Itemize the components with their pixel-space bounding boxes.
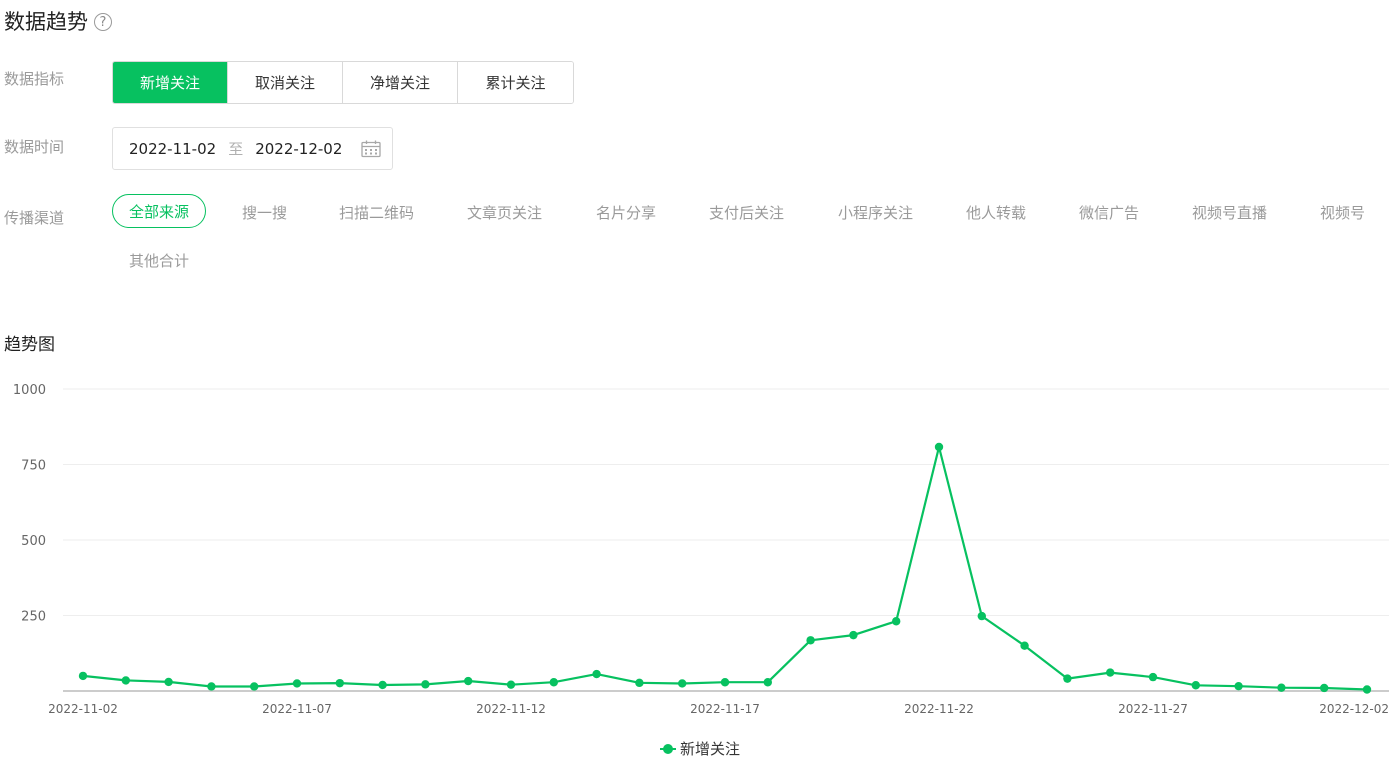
data-point[interactable] [549,678,558,687]
x-tick-label: 2022-11-02 [48,702,118,716]
x-tick-label: 2022-11-27 [1118,702,1188,716]
data-point[interactable] [1234,681,1243,691]
y-tick-label: 500 [21,534,46,549]
y-tick-label: 1000 [13,383,46,398]
data-point[interactable] [378,680,387,690]
chart-legend[interactable]: 新增关注 [660,738,740,759]
x-tick-label: 2022-11-07 [262,702,332,716]
x-tick-label: 2022-11-17 [690,702,760,716]
y-tick-label: 250 [21,610,46,625]
data-point[interactable] [892,617,901,626]
series-line [82,445,1368,691]
data-point[interactable] [977,611,986,621]
x-tick-label: 2022-11-12 [476,702,546,716]
data-point[interactable] [592,669,601,679]
data-point[interactable] [806,636,815,645]
data-point[interactable] [1191,681,1201,690]
data-point[interactable] [1063,674,1072,683]
data-point[interactable] [678,679,687,688]
trend-chart: 250 500 750 1000 2022-11-02 2022-11-07 2022-11… [13,383,1389,716]
data-point[interactable] [1362,685,1372,694]
data-point[interactable] [292,679,302,688]
data-point[interactable] [934,442,944,452]
data-point[interactable] [720,678,730,687]
data-point[interactable] [464,676,473,686]
data-point[interactable] [506,680,516,689]
data-point[interactable] [421,680,430,689]
data-point[interactable] [763,678,772,687]
data-point[interactable] [250,682,259,691]
data-point[interactable] [849,630,858,640]
data-point[interactable] [1320,683,1329,693]
data-point[interactable] [1106,668,1115,677]
data-point[interactable] [335,678,344,688]
legend-marker-icon [660,743,676,755]
data-point[interactable] [164,677,173,687]
data-point[interactable] [78,671,88,681]
data-point[interactable] [1148,672,1158,682]
y-tick-label: 750 [21,459,46,474]
x-tick-label: 2022-11-22 [904,702,974,716]
data-point[interactable] [121,676,130,685]
legend-label: 新增关注 [680,740,741,758]
data-point[interactable] [635,678,644,688]
data-point[interactable] [207,682,216,691]
data-point[interactable] [1277,683,1286,692]
x-tick-label: 2022-12-02 [1319,702,1389,716]
data-point[interactable] [1020,641,1029,650]
